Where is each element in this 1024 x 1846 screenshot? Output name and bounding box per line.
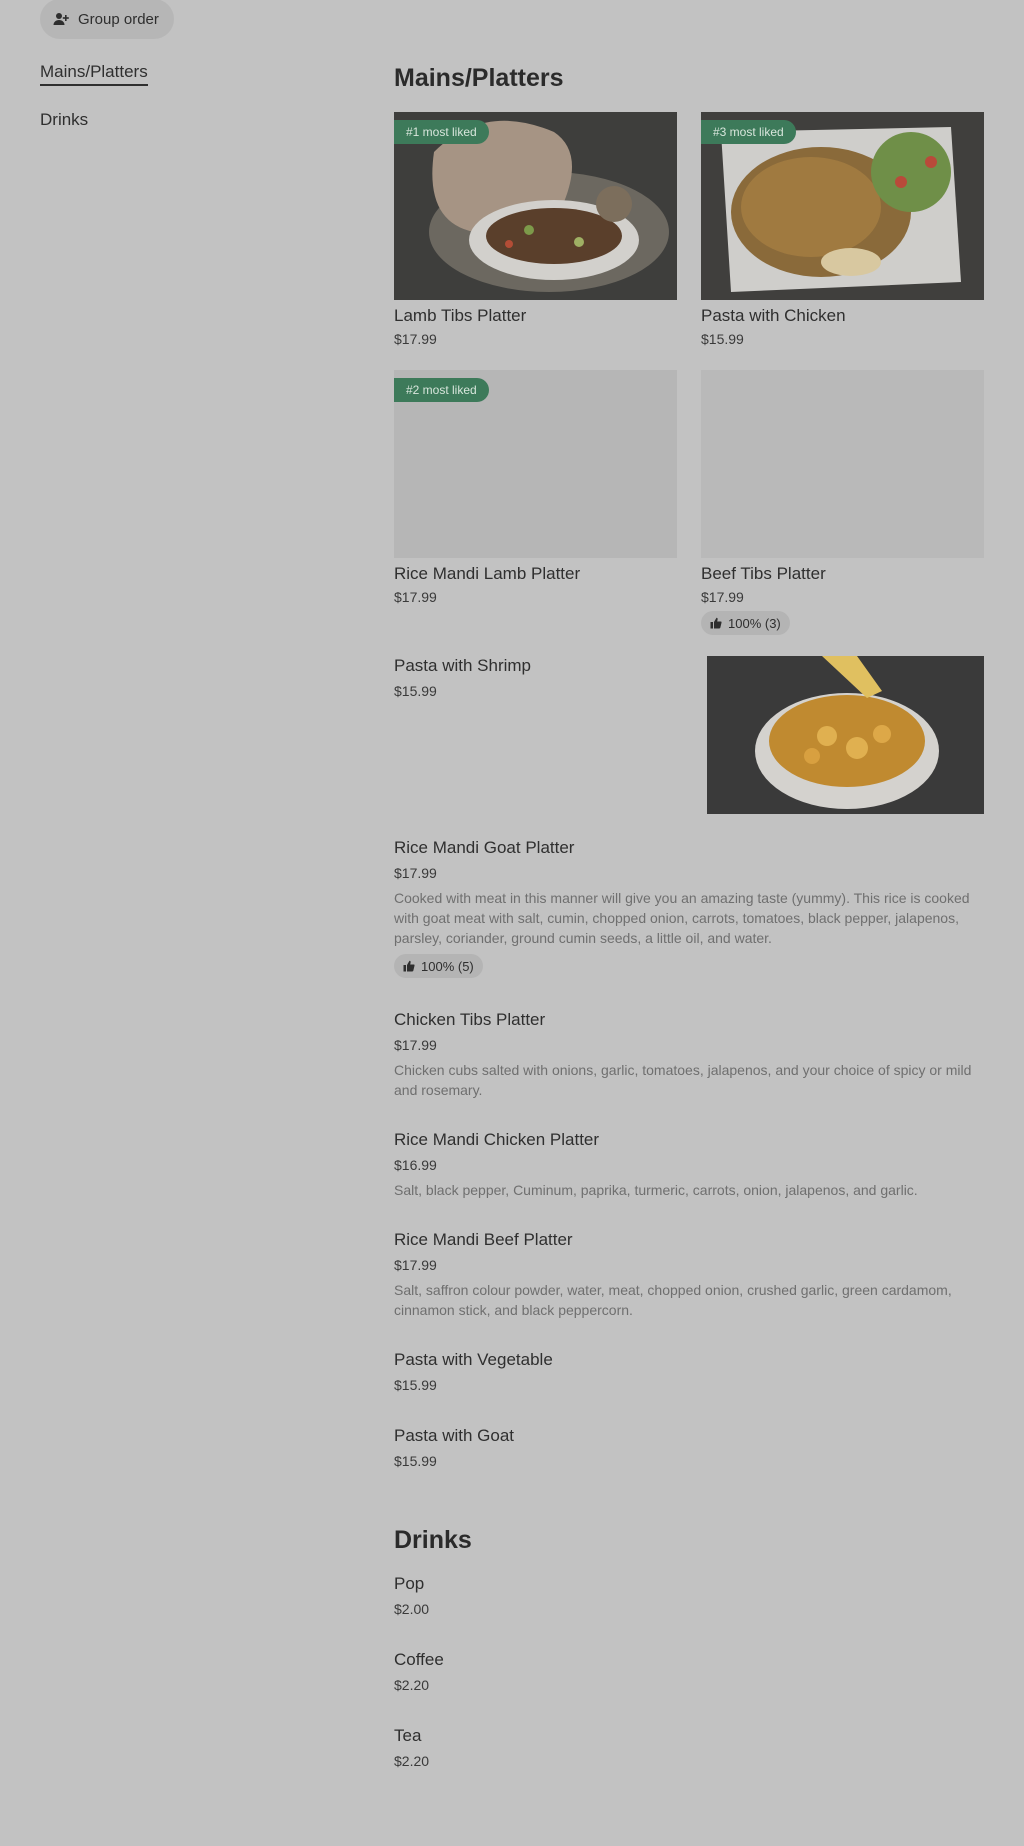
dish-price: $17.99 xyxy=(394,331,437,347)
rating-text: 100% (3) xyxy=(728,615,781,631)
dish-description: Salt, black pepper, Cuminum, paprika, tu… xyxy=(394,1182,918,1198)
dish-image: #3 most liked xyxy=(701,112,984,300)
menu-item-rice-mandi-goat[interactable]: Rice Mandi Goat Platter $17.99 Cooked wi… xyxy=(394,838,984,978)
menu-item-pasta-vegetable[interactable]: Pasta with Vegetable $15.99 xyxy=(394,1350,984,1393)
dish-name: Lamb Tibs Platter xyxy=(394,306,527,325)
dish-name: Chicken Tibs Platter xyxy=(394,1010,546,1029)
drink-price: $2.20 xyxy=(394,1677,430,1693)
thumbs-up-icon xyxy=(710,617,722,629)
dish-price: $15.99 xyxy=(394,1453,437,1469)
menu-card-pasta-chicken[interactable]: #3 most liked Pasta with Chicken $15.99 xyxy=(701,112,984,347)
section-title-mains: Mains/Platters xyxy=(394,64,564,92)
drink-name: Tea xyxy=(394,1726,422,1745)
menu-item-rice-mandi-beef[interactable]: Rice Mandi Beef Platter $17.99 Salt, saf… xyxy=(394,1230,984,1320)
group-order-button[interactable]: Group order xyxy=(40,0,174,39)
rating-text: 100% (5) xyxy=(421,958,474,974)
rating-badge: 100% (5) xyxy=(394,954,483,978)
person-plus-icon xyxy=(52,10,70,28)
drink-name: Coffee xyxy=(394,1650,444,1669)
category-nav: Mains/Platters Drinks xyxy=(40,62,148,132)
dish-name: Beef Tibs Platter xyxy=(701,564,826,583)
menu-card-beef-tibs[interactable]: Beef Tibs Platter $17.99 100% (3) xyxy=(701,370,984,635)
drink-price: $2.20 xyxy=(394,1753,430,1769)
dish-description: Cooked with meat in this manner will giv… xyxy=(394,890,970,946)
dish-price: $17.99 xyxy=(701,589,744,605)
dish-image-placeholder: #2 most liked xyxy=(394,370,677,558)
most-liked-badge: #3 most liked xyxy=(701,120,796,144)
menu-card-rice-mandi-lamb[interactable]: #2 most liked Rice Mandi Lamb Platter $1… xyxy=(394,370,677,605)
nav-item-drinks[interactable]: Drinks xyxy=(40,110,148,132)
dish-name: Rice Mandi Chicken Platter xyxy=(394,1130,600,1149)
menu-item-chicken-tibs[interactable]: Chicken Tibs Platter $17.99 Chicken cubs… xyxy=(394,1010,984,1100)
group-order-label: Group order xyxy=(78,10,159,28)
rating-badge: 100% (3) xyxy=(701,611,790,635)
most-liked-badge: #2 most liked xyxy=(394,378,489,402)
dish-name: Rice Mandi Goat Platter xyxy=(394,838,575,857)
nav-item-mains-platters[interactable]: Mains/Platters xyxy=(40,62,148,86)
dish-image: #1 most liked xyxy=(394,112,677,300)
menu-item-pasta-shrimp[interactable]: Pasta with Shrimp $15.99 xyxy=(394,656,984,814)
menu-card-lamb-tibs[interactable]: #1 most liked Lamb Tibs Platter $17.99 xyxy=(394,112,677,347)
dish-price: $15.99 xyxy=(701,331,744,347)
dish-image xyxy=(707,656,984,814)
dish-price: $16.99 xyxy=(394,1157,437,1173)
drink-name: Pop xyxy=(394,1574,425,1593)
dish-name: Pasta with Vegetable xyxy=(394,1350,553,1369)
dish-description: Salt, saffron colour powder, water, meat… xyxy=(394,1282,952,1318)
dish-name: Rice Mandi Beef Platter xyxy=(394,1230,573,1249)
dish-name: Rice Mandi Lamb Platter xyxy=(394,564,581,583)
drink-price: $2.00 xyxy=(394,1601,430,1617)
menu-item-rice-mandi-chicken[interactable]: Rice Mandi Chicken Platter $16.99 Salt, … xyxy=(394,1130,984,1200)
section-title-drinks: Drinks xyxy=(394,1526,472,1554)
dish-price: $17.99 xyxy=(394,1037,437,1053)
dish-image-placeholder xyxy=(701,370,984,558)
menu-item-pop[interactable]: Pop $2.00 xyxy=(394,1574,984,1617)
menu-item-tea[interactable]: Tea $2.20 xyxy=(394,1726,984,1769)
dish-description: Chicken cubs salted with onions, garlic,… xyxy=(394,1062,972,1098)
dish-price: $17.99 xyxy=(394,1257,437,1273)
menu-item-pasta-goat[interactable]: Pasta with Goat $15.99 xyxy=(394,1426,984,1469)
thumbs-up-icon xyxy=(403,960,415,972)
dish-price: $15.99 xyxy=(394,1377,437,1393)
menu-item-coffee[interactable]: Coffee $2.20 xyxy=(394,1650,984,1693)
dish-price: $17.99 xyxy=(394,865,437,881)
dish-name: Pasta with Goat xyxy=(394,1426,515,1445)
most-liked-badge: #1 most liked xyxy=(394,120,489,144)
dish-name: Pasta with Chicken xyxy=(701,306,846,325)
dish-price: $17.99 xyxy=(394,589,437,605)
